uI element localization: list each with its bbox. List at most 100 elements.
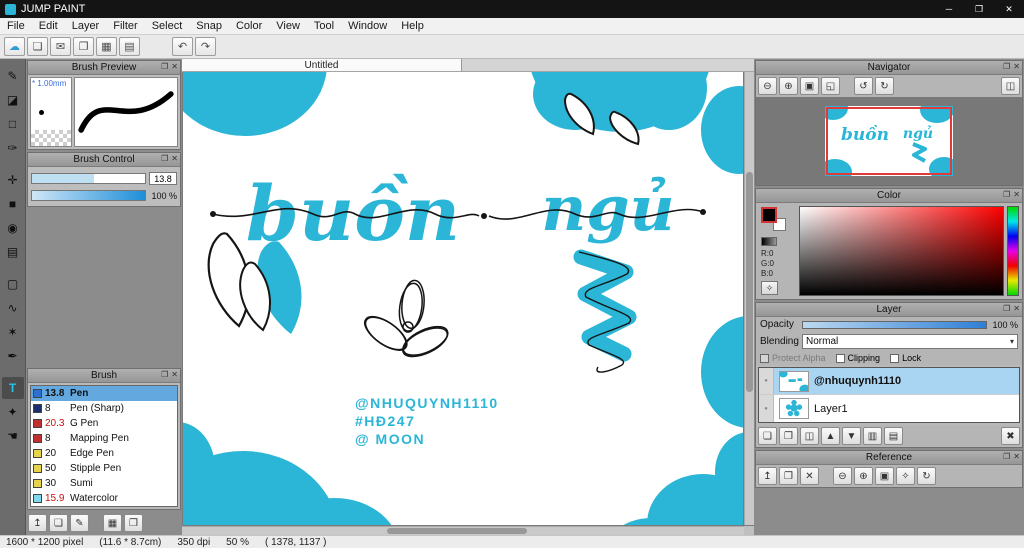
eraser-tool-icon[interactable]: ◪ — [2, 89, 24, 111]
bucket-tool-icon[interactable]: ◉ — [2, 217, 24, 239]
menu-file[interactable]: File — [0, 18, 32, 34]
layer-opacity-slider[interactable] — [802, 320, 987, 329]
menu-color[interactable]: Color — [229, 18, 269, 34]
panel-float-icon[interactable]: ❐ — [1003, 62, 1010, 71]
blending-dropdown[interactable]: Normal ▾ — [802, 334, 1018, 349]
brush-list-item[interactable]: 8 Mapping Pen — [31, 431, 177, 446]
panel-close-icon[interactable]: ✕ — [1013, 62, 1020, 71]
zoom-out-icon[interactable]: ⊖ — [758, 77, 777, 95]
horizontal-scroll-thumb[interactable] — [387, 528, 527, 534]
brush-panel-header[interactable]: Brush ❐ ✕ — [28, 369, 180, 383]
duplicate-layer-icon[interactable]: ◫ — [800, 427, 819, 445]
pen-tool-icon[interactable]: ✎ — [2, 65, 24, 87]
brush-list-item[interactable]: 8 Pen (Sharp) — [31, 401, 177, 416]
reference-zoom-in-icon[interactable]: ⊕ — [854, 467, 873, 485]
panel-float-icon[interactable]: ❐ — [161, 154, 168, 163]
menu-view[interactable]: View — [269, 18, 307, 34]
brush-preview-header[interactable]: Brush Preview ❐ ✕ — [28, 61, 180, 75]
layer-row[interactable]: ● Layer1 — [759, 395, 1019, 422]
text-tool-icon[interactable]: T — [1, 377, 24, 399]
navigator-header[interactable]: Navigator ❐ ✕ — [756, 61, 1022, 75]
hand-tool-icon[interactable]: ☚ — [2, 425, 24, 447]
brush-list-item[interactable]: 15.9 Watercolor — [31, 491, 177, 506]
export-icon[interactable]: ❏ — [27, 37, 48, 56]
canvas-vertical-scrollbar[interactable] — [744, 72, 754, 525]
eyedropper-icon[interactable]: ✧ — [761, 281, 778, 295]
panel-close-icon[interactable]: ✕ — [1013, 190, 1020, 199]
flip-horizontal-icon[interactable]: ◫ — [1001, 77, 1020, 95]
layer-visibility-icon[interactable]: ● — [759, 395, 774, 422]
select-pen-tool-icon[interactable]: ✒ — [2, 345, 24, 367]
brush-list-item[interactable]: 13.8 Pen — [31, 386, 177, 401]
menu-filter[interactable]: Filter — [106, 18, 144, 34]
clipping-checkbox[interactable] — [835, 353, 845, 363]
lock-checkbox[interactable] — [890, 353, 900, 363]
navigator-thumbnail[interactable]: buồn ngủ — [818, 96, 959, 185]
zoom-in-icon[interactable]: ⊕ — [779, 77, 798, 95]
panel-float-icon[interactable]: ❐ — [1003, 304, 1010, 313]
lasso-tool-icon[interactable]: ∿ — [2, 297, 24, 319]
move-layer-up-icon[interactable]: ▲ — [821, 427, 840, 445]
merge-down-icon[interactable]: ▥ — [863, 427, 882, 445]
materials-icon[interactable]: ▤ — [119, 37, 140, 56]
save-brush-icon[interactable]: ▦ — [103, 514, 122, 532]
layer-row[interactable]: ● @nhuquynh1110 — [759, 368, 1019, 395]
panel-close-icon[interactable]: ✕ — [171, 62, 178, 71]
undo-button[interactable]: ↶ — [172, 37, 193, 56]
panel-grid-icon[interactable]: ▦ — [96, 37, 117, 56]
reference-zoom-out-icon[interactable]: ⊖ — [833, 467, 852, 485]
cloud-save-icon[interactable]: ☁ — [4, 37, 25, 56]
upload-brush-icon[interactable]: ↥ — [28, 514, 47, 532]
open-brush-icon[interactable]: ❐ — [124, 514, 143, 532]
layer-settings-icon[interactable]: ▤ — [884, 427, 903, 445]
brush-list-item[interactable]: 20.3 G Pen — [31, 416, 177, 431]
add-layer-icon[interactable]: ❏ — [758, 427, 777, 445]
document-tab[interactable]: Untitled — [182, 59, 462, 71]
brush-list-item[interactable]: 50 Stipple Pen — [31, 461, 177, 476]
vertical-scroll-thumb[interactable] — [746, 172, 753, 392]
select-marquee-tool-icon[interactable]: ▢ — [2, 273, 24, 295]
brush-control-header[interactable]: Brush Control ❐ ✕ — [28, 153, 180, 167]
shape-brush-tool-icon[interactable]: □ — [2, 113, 24, 135]
protect-alpha-checkbox[interactable] — [760, 353, 769, 363]
menu-tool[interactable]: Tool — [307, 18, 341, 34]
comment-icon[interactable]: ✉ — [50, 37, 71, 56]
eyedropper-tool-icon[interactable]: ✦ — [2, 401, 24, 423]
reference-zoom-fit-icon[interactable]: ▣ — [875, 467, 894, 485]
new-brush-icon[interactable]: ❏ — [49, 514, 68, 532]
move-layer-down-icon[interactable]: ▼ — [842, 427, 861, 445]
drawing-canvas[interactable]: buồn ngủ @NHUQUYNH1110 #HĐ247 @ MOON — [183, 72, 743, 525]
menu-help[interactable]: Help — [394, 18, 431, 34]
panel-float-icon[interactable]: ❐ — [1003, 452, 1010, 461]
panel-float-icon[interactable]: ❐ — [161, 62, 168, 71]
gradient-tool-icon[interactable]: ▤ — [2, 241, 24, 263]
panel-float-icon[interactable]: ❐ — [161, 370, 168, 379]
reference-header[interactable]: Reference ❐ ✕ — [756, 451, 1022, 465]
add-folder-icon[interactable]: ❐ — [779, 427, 798, 445]
brush-size-value[interactable]: 13.8 — [149, 172, 177, 185]
clear-reference-icon[interactable]: ✕ — [800, 467, 819, 485]
dip-pen-tool-icon[interactable]: ✑ — [2, 137, 24, 159]
move-tool-icon[interactable]: ✛ — [2, 169, 24, 191]
layer-visibility-icon[interactable]: ● — [759, 368, 774, 394]
reference-rotate-icon[interactable]: ↻ — [917, 467, 936, 485]
menu-snap[interactable]: Snap — [189, 18, 229, 34]
reference-eyedropper-icon[interactable]: ✧ — [896, 467, 915, 485]
brush-size-slider[interactable] — [31, 173, 146, 184]
panel-close-icon[interactable]: ✕ — [1013, 304, 1020, 313]
delete-layer-icon[interactable]: ✖ — [1001, 427, 1020, 445]
magic-wand-tool-icon[interactable]: ✶ — [2, 321, 24, 343]
minimize-button[interactable]: ─ — [934, 0, 964, 18]
menu-layer[interactable]: Layer — [65, 18, 107, 34]
brush-list-item[interactable]: 20 Edge Pen — [31, 446, 177, 461]
brush-opacity-slider[interactable] — [31, 190, 146, 201]
canvas-horizontal-scrollbar[interactable] — [182, 526, 744, 535]
rotate-cw-icon[interactable]: ↻ — [875, 77, 894, 95]
window-layout-icon[interactable]: ❐ — [73, 37, 94, 56]
fill-rect-tool-icon[interactable]: ■ — [2, 193, 24, 215]
color-header[interactable]: Color ❐ ✕ — [756, 189, 1022, 203]
open-reference-icon[interactable]: ❐ — [779, 467, 798, 485]
brush-list-item[interactable]: 30 Sumi — [31, 476, 177, 491]
zoom-100-icon[interactable]: ◱ — [821, 77, 840, 95]
foreground-color-swatch[interactable] — [761, 207, 777, 223]
